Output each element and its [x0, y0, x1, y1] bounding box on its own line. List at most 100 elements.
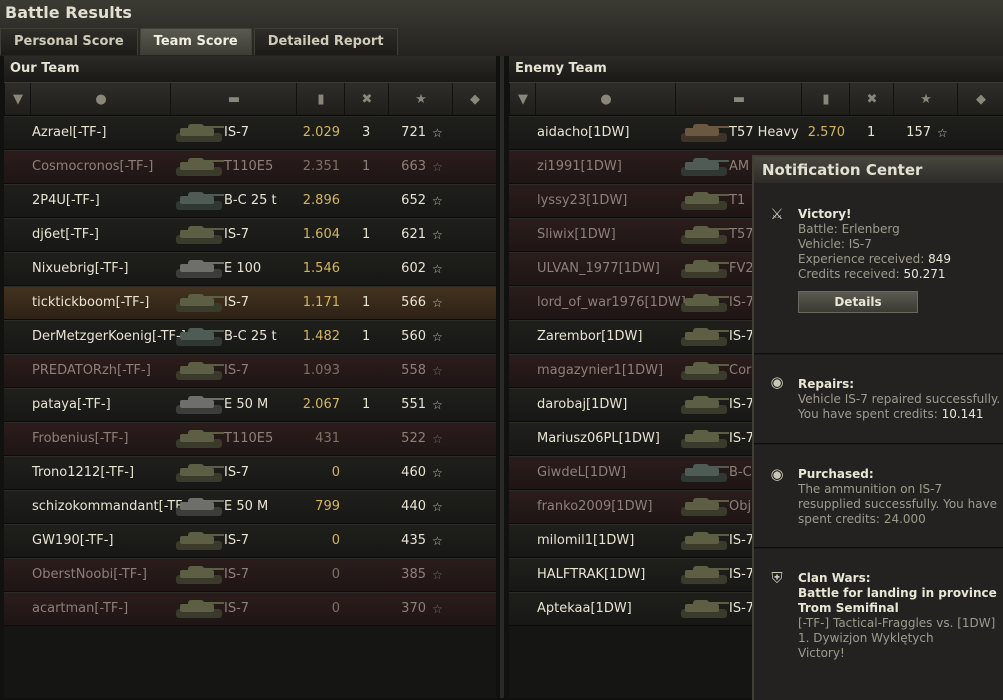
experience-received: Experience received: 849: [798, 252, 951, 266]
our-player-row[interactable]: schizokommandant[-TF-] E 50 M 799 440 ☆: [4, 490, 496, 524]
player-name: Mariusz06PL[1DW]: [537, 431, 660, 446]
enemy-player-row[interactable]: aidacho[1DW] T57 Heavy 2.570 1 157 ☆: [509, 116, 1003, 150]
tab-personal-score[interactable]: Personal Score: [0, 28, 138, 55]
tank-icon: [174, 460, 226, 486]
vehicle-name: AM: [729, 159, 750, 174]
clan-wars-result: Victory!: [798, 646, 845, 660]
star-icon: ☆: [432, 296, 443, 310]
player-column-icon[interactable]: ●: [535, 83, 676, 115]
medal-column-icon[interactable]: ◆: [957, 83, 1003, 115]
our-player-row[interactable]: PREDATORzh[-TF-] IS-7 1.093 558 ☆: [4, 354, 496, 388]
star-icon: ☆: [432, 602, 443, 616]
our-player-row[interactable]: Nixuebrig[-TF-] E 100 1.546 602 ☆: [4, 252, 496, 286]
tank-icon: [174, 392, 226, 418]
player-name: Azrael[-TF-]: [32, 125, 107, 140]
victory-heading: Victory!: [798, 207, 852, 221]
rating-value: 1.482: [302, 329, 340, 344]
vehicle-name: IS-7: [224, 533, 250, 548]
player-name: 2P4U[-TF-]: [32, 193, 100, 208]
vehicle-name: IS-7: [224, 295, 250, 310]
experience-value: 370: [401, 601, 426, 616]
vehicle-name: T1: [729, 193, 746, 208]
player-name: Aptekaa[1DW]: [537, 601, 632, 616]
tab-detailed-report[interactable]: Detailed Report: [253, 28, 398, 55]
star-icon: ☆: [937, 126, 948, 140]
our-player-row[interactable]: ticktickboom[-TF-] IS-7 1.171 1 566 ☆: [4, 286, 496, 320]
rating-value: 431: [315, 431, 340, 446]
tank-icon: [679, 562, 731, 588]
notification-center-title: Notification Center: [754, 157, 1003, 183]
rating-value: 0: [331, 567, 340, 582]
experience-value: 522: [401, 431, 426, 446]
squad-column-icon[interactable]: ▼: [509, 83, 536, 115]
vehicle-column-icon[interactable]: ▬: [675, 83, 802, 115]
panel-divider: [500, 56, 504, 698]
star-icon: ☆: [432, 330, 443, 344]
our-player-row[interactable]: DerMetzgerKoenig[-TF-] B-C 25 t 1.482 1 560 ☆: [4, 320, 496, 354]
tank-icon: [174, 528, 226, 554]
window-title: Battle Results: [5, 3, 132, 22]
tank-icon: [679, 256, 731, 282]
star-icon: ☆: [432, 194, 443, 208]
rating-value: 1.171: [302, 295, 340, 310]
vehicle-name: IS-7: [729, 601, 755, 616]
vehicle-name: IS-7: [224, 227, 250, 242]
star-icon: ☆: [432, 432, 443, 446]
vehicle-name: T110E5: [224, 431, 274, 446]
star-icon: ☆: [432, 534, 443, 548]
our-player-row[interactable]: Trono1212[-TF-] IS-7 0 460 ☆: [4, 456, 496, 490]
kills-column-icon[interactable]: ✖: [849, 83, 894, 115]
player-name: aidacho[1DW]: [537, 125, 630, 140]
our-player-row[interactable]: Azrael[-TF-] IS-7 2.029 3 721 ☆: [4, 116, 496, 150]
our-player-row[interactable]: pataya[-TF-] E 50 M 2.067 1 551 ☆: [4, 388, 496, 422]
experience-column-icon[interactable]: ★: [893, 83, 958, 115]
player-name: HALFTRAK[1DW]: [537, 567, 646, 582]
vehicle-name: T57: [729, 227, 754, 242]
experience-value: 566: [401, 295, 426, 310]
our-player-row[interactable]: dj6et[-TF-] IS-7 1.604 1 621 ☆: [4, 218, 496, 252]
our-player-row[interactable]: GW190[-TF-] IS-7 0 435 ☆: [4, 524, 496, 558]
shield-icon: ⛨: [771, 569, 783, 587]
kills-value: 1: [362, 159, 371, 174]
star-icon: ☆: [432, 126, 443, 140]
player-name: ticktickboom[-TF-]: [32, 295, 150, 310]
repairs-text: Vehicle IS-7 repaired successfully. You …: [798, 392, 1001, 421]
our-player-row[interactable]: Cosmocronos[-TF-] T110E5 2.351 1 663 ☆: [4, 150, 496, 184]
our-team-panel: Our Team ▼ ● ▬ ▮ ✖ ★ ◆ Azrael[-TF-] IS-7 2…: [4, 56, 496, 698]
tank-icon: [174, 188, 226, 214]
vehicle-name: E 50 M: [224, 499, 269, 514]
vehicle-name: IS-7: [729, 295, 755, 310]
kills-column-icon[interactable]: ✖: [344, 83, 389, 115]
player-name: franko2009[1DW]: [537, 499, 653, 514]
player-name: milomil1[1DW]: [537, 533, 635, 548]
player-column-icon[interactable]: ●: [30, 83, 171, 115]
tank-icon: [174, 154, 226, 180]
medal-column-icon[interactable]: ◆: [452, 83, 497, 115]
coins-icon: ◉: [770, 373, 784, 391]
damage-column-icon[interactable]: ▮: [801, 83, 850, 115]
player-name: Nixuebrig[-TF-]: [32, 261, 129, 276]
tank-icon: [174, 256, 226, 282]
vehicle-name: IS-7: [729, 329, 755, 344]
details-button[interactable]: Details: [798, 291, 918, 313]
purchased-heading: Purchased:: [798, 467, 874, 481]
our-player-row[interactable]: Frobenius[-TF-] T110E5 431 522 ☆: [4, 422, 496, 456]
player-name: Frobenius[-TF-]: [32, 431, 129, 446]
squad-column-icon[interactable]: ▼: [4, 83, 31, 115]
player-name: PREDATORzh[-TF-]: [32, 363, 151, 378]
vehicle-column-icon[interactable]: ▬: [170, 83, 297, 115]
kills-value: 1: [362, 227, 371, 242]
our-player-row[interactable]: 2P4U[-TF-] B-C 25 t 2.896 652 ☆: [4, 184, 496, 218]
our-player-row[interactable]: OberstNoobi[-TF-] IS-7 0 385 ☆: [4, 558, 496, 592]
star-icon: ☆: [432, 500, 443, 514]
experience-column-icon[interactable]: ★: [388, 83, 453, 115]
star-icon: ☆: [432, 262, 443, 276]
tank-icon: [174, 222, 226, 248]
kills-value: 3: [362, 125, 371, 140]
tank-icon: [679, 324, 731, 350]
tank-icon: [174, 494, 226, 520]
our-player-row[interactable]: acartman[-TF-] IS-7 0 370 ☆: [4, 592, 496, 626]
damage-column-icon[interactable]: ▮: [296, 83, 345, 115]
tab-team-score[interactable]: Team Score: [139, 28, 252, 55]
player-name: lyssy23[1DW]: [537, 193, 628, 208]
